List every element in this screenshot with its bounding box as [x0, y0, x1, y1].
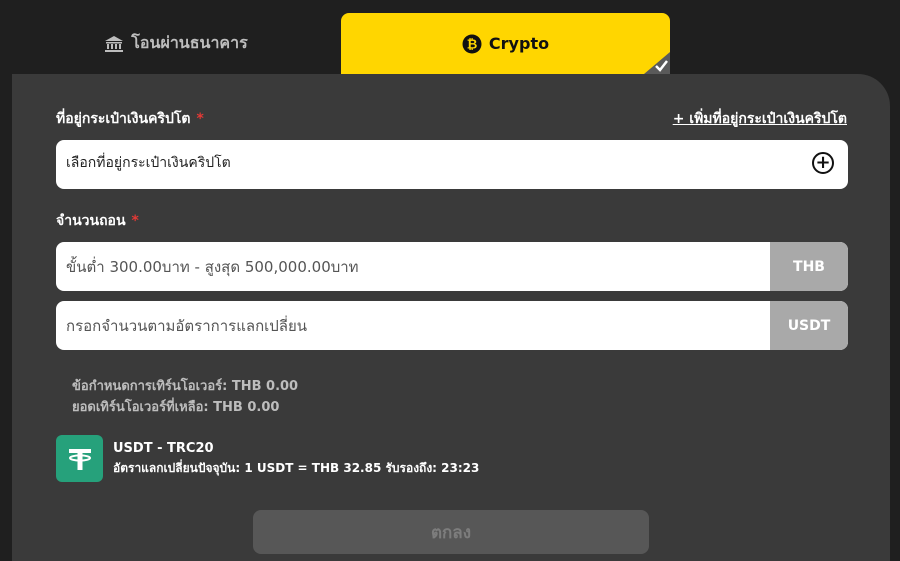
wallet-address-label-text: ที่อยู่กระเป๋าเงินคริปโต — [56, 111, 191, 127]
withdraw-amount-label-text: จำนวนถอน — [56, 213, 126, 229]
tab-crypto-label: Crypto — [488, 34, 550, 53]
usdt-unit-label: USDT — [770, 301, 848, 350]
payment-method-tabs: โอนผ่านธนาคาร ₿ Crypto — [0, 0, 900, 74]
add-circle-icon[interactable]: + — [812, 152, 834, 174]
exchange-rate: อัตราแลกเปลี่ยนปัจจุบัน: 1 USDT = THB 32… — [113, 461, 480, 475]
required-mark: * — [131, 213, 139, 229]
submit-button[interactable]: ตกลง — [253, 510, 649, 554]
turnover-requirement: ข้อกำหนดการเทิร์นโอเวอร์: THB 0.00 — [72, 379, 299, 394]
tab-bank-transfer[interactable]: โอนผ่านธนาคาร — [12, 13, 340, 74]
required-mark: * — [196, 111, 204, 127]
svg-text:₿: ₿ — [467, 37, 478, 52]
tab-crypto[interactable]: ₿ Crypto — [341, 13, 670, 74]
usdt-amount-input[interactable]: กรอกจำนวนตามอัตราการแลกเปลี่ยน USDT — [56, 301, 848, 350]
wallet-address-select[interactable]: เลือกที่อยู่กระเป๋าเงินคริปโต + — [56, 140, 848, 189]
withdraw-form-panel: ที่อยู่กระเป๋าเงินคริปโต * + เพิ่มที่อยู่… — [12, 74, 890, 561]
add-wallet-address-link[interactable]: + เพิ่มที่อยู่กระเป๋าเงินคริปโต — [673, 108, 847, 130]
tab-bank-label: โอนผ่านธนาคาร — [131, 33, 248, 52]
usdt-amount-placeholder: กรอกจำนวนตามอัตราการแลกเปลี่ยน — [66, 317, 308, 335]
thb-amount-input[interactable]: ขั้นต่ำ 300.00บาท - สูงสุด 500,000.00บาท… — [56, 242, 848, 291]
bank-icon — [104, 35, 124, 53]
turnover-remaining: ยอดเทิร์นโอเวอร์ที่เหลือ: THB 0.00 — [72, 400, 280, 415]
currency-name: USDT - TRC20 — [113, 441, 214, 456]
thb-unit-label: THB — [770, 242, 848, 291]
selected-check-icon — [644, 52, 670, 74]
thb-amount-placeholder: ขั้นต่ำ 300.00บาท - สูงสุด 500,000.00บาท — [66, 258, 359, 276]
tether-icon — [56, 435, 103, 482]
bitcoin-icon: ₿ — [462, 34, 482, 54]
wallet-address-select-value: เลือกที่อยู่กระเป๋าเงินคริปโต — [66, 155, 231, 171]
withdraw-amount-label: จำนวนถอน * — [56, 210, 139, 232]
wallet-address-label: ที่อยู่กระเป๋าเงินคริปโต * — [56, 108, 204, 130]
